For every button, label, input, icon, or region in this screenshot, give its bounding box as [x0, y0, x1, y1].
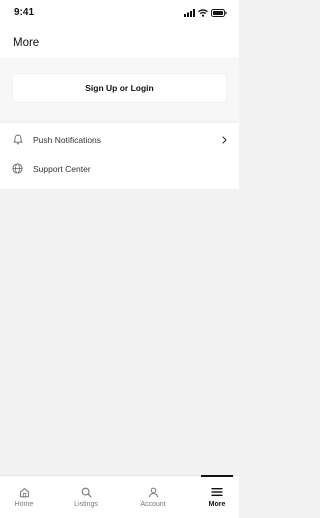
menu-icon: [211, 486, 223, 498]
chevron-right-icon: [221, 135, 228, 144]
menu-item-label: Push Notifications: [33, 134, 102, 145]
home-icon: [18, 486, 30, 498]
tab-label: Home: [14, 501, 34, 508]
menu-list: Push Notifications Support Center: [0, 123, 239, 189]
menu-item-label: Support Center: [33, 163, 91, 174]
wifi-icon: [198, 4, 208, 22]
tab-listings[interactable]: Listings: [62, 476, 110, 518]
search-icon: [80, 486, 92, 498]
status-time: 9:41: [14, 7, 35, 18]
tab-account[interactable]: Account: [129, 476, 177, 518]
signal-icon: [184, 4, 195, 22]
menu-item-push-notifications[interactable]: Push Notifications: [0, 125, 239, 154]
status-bar: 9:41: [0, 0, 239, 24]
tab-label: Listings: [74, 501, 98, 508]
battery-icon: [211, 4, 227, 22]
tab-home[interactable]: Home: [0, 476, 48, 518]
status-icons: [184, 8, 227, 18]
tab-label: More: [208, 501, 226, 508]
menu-item-support-center[interactable]: Support Center: [0, 154, 239, 183]
user-icon: [147, 486, 159, 498]
tab-label: Account: [140, 501, 166, 508]
sign-up-or-login-button[interactable]: Sign Up or Login: [13, 74, 226, 102]
bell-icon: [12, 134, 23, 145]
tab-more[interactable]: More: [193, 476, 241, 518]
globe-icon: [12, 163, 23, 174]
auth-section: Sign Up or Login: [0, 59, 239, 121]
tab-bar: Home Listings Account More: [0, 475, 239, 518]
page-title: More: [13, 37, 40, 49]
header: More: [0, 24, 239, 58]
